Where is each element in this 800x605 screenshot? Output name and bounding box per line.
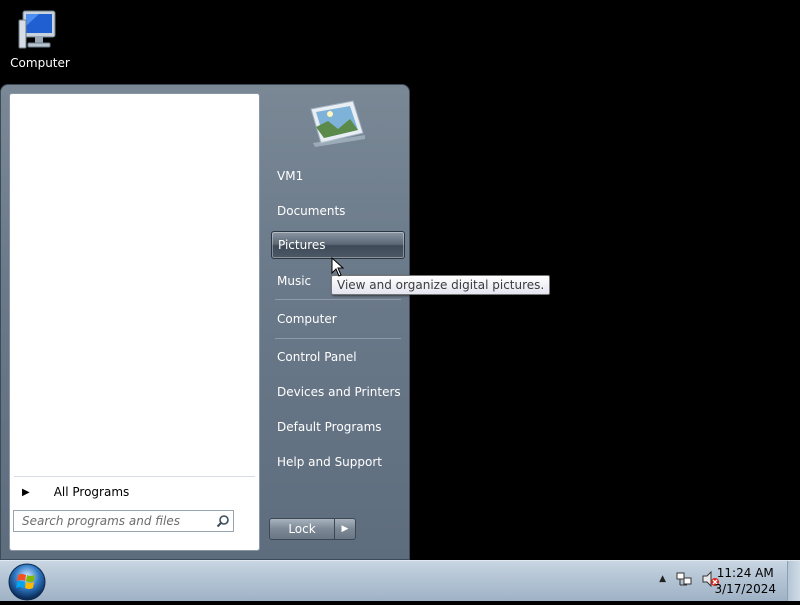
menu-separator — [275, 299, 401, 300]
triangle-right-icon: ▶ — [22, 486, 30, 498]
network-icon[interactable] — [676, 571, 692, 587]
search-icon[interactable] — [213, 511, 233, 531]
start-item-computer[interactable]: Computer — [271, 305, 405, 333]
tooltip: View and organize digital pictures. — [331, 275, 551, 295]
show-hidden-icons-arrow[interactable]: ▲ — [659, 574, 666, 584]
start-item-documents[interactable]: Documents — [271, 197, 405, 225]
system-tray: ▲ — [659, 571, 720, 587]
clock-date: 3/17/2024 — [714, 582, 776, 596]
search-input[interactable] — [14, 513, 213, 529]
desktop-icon-label: Computer — [10, 56, 70, 70]
mouse-cursor-icon — [331, 257, 345, 277]
start-item-control-panel[interactable]: Control Panel — [271, 343, 405, 371]
desktop-icon-computer[interactable]: Computer — [6, 8, 74, 70]
windows-orb-icon[interactable] — [7, 562, 47, 605]
landscape-user-icon[interactable] — [303, 99, 369, 154]
menu-separator — [275, 338, 401, 339]
start-menu: ▶ All Programs VM1 Documents Pictures Mu… — [0, 84, 410, 560]
all-programs-button[interactable]: ▶ All Programs — [14, 476, 255, 507]
taskbar-clock[interactable]: 11:24 AM 3/17/2024 — [714, 565, 776, 597]
start-item-pictures[interactable]: Pictures — [271, 231, 405, 259]
start-menu-programs-pane: ▶ All Programs — [9, 93, 260, 551]
all-programs-label: All Programs — [53, 485, 130, 499]
start-item-help-support[interactable]: Help and Support — [271, 448, 405, 476]
start-item-default-programs[interactable]: Default Programs — [271, 413, 405, 441]
lock-button[interactable]: Lock — [269, 518, 335, 540]
start-item-user-folder[interactable]: VM1 — [271, 162, 405, 190]
start-menu-right-pane: VM1 Documents Pictures Music Computer Co… — [263, 85, 409, 559]
clock-time: 11:24 AM — [716, 566, 774, 580]
start-item-devices-printers[interactable]: Devices and Printers — [271, 378, 405, 406]
computer-icon — [18, 10, 56, 49]
show-desktop-button[interactable] — [787, 561, 800, 601]
taskbar: ▲ 11:24 AM 3/17/2024 — [0, 560, 800, 601]
shutdown-control: Lock ▶ — [269, 518, 356, 540]
search-box[interactable] — [13, 510, 234, 532]
power-options-arrow-icon[interactable]: ▶ — [335, 518, 356, 540]
